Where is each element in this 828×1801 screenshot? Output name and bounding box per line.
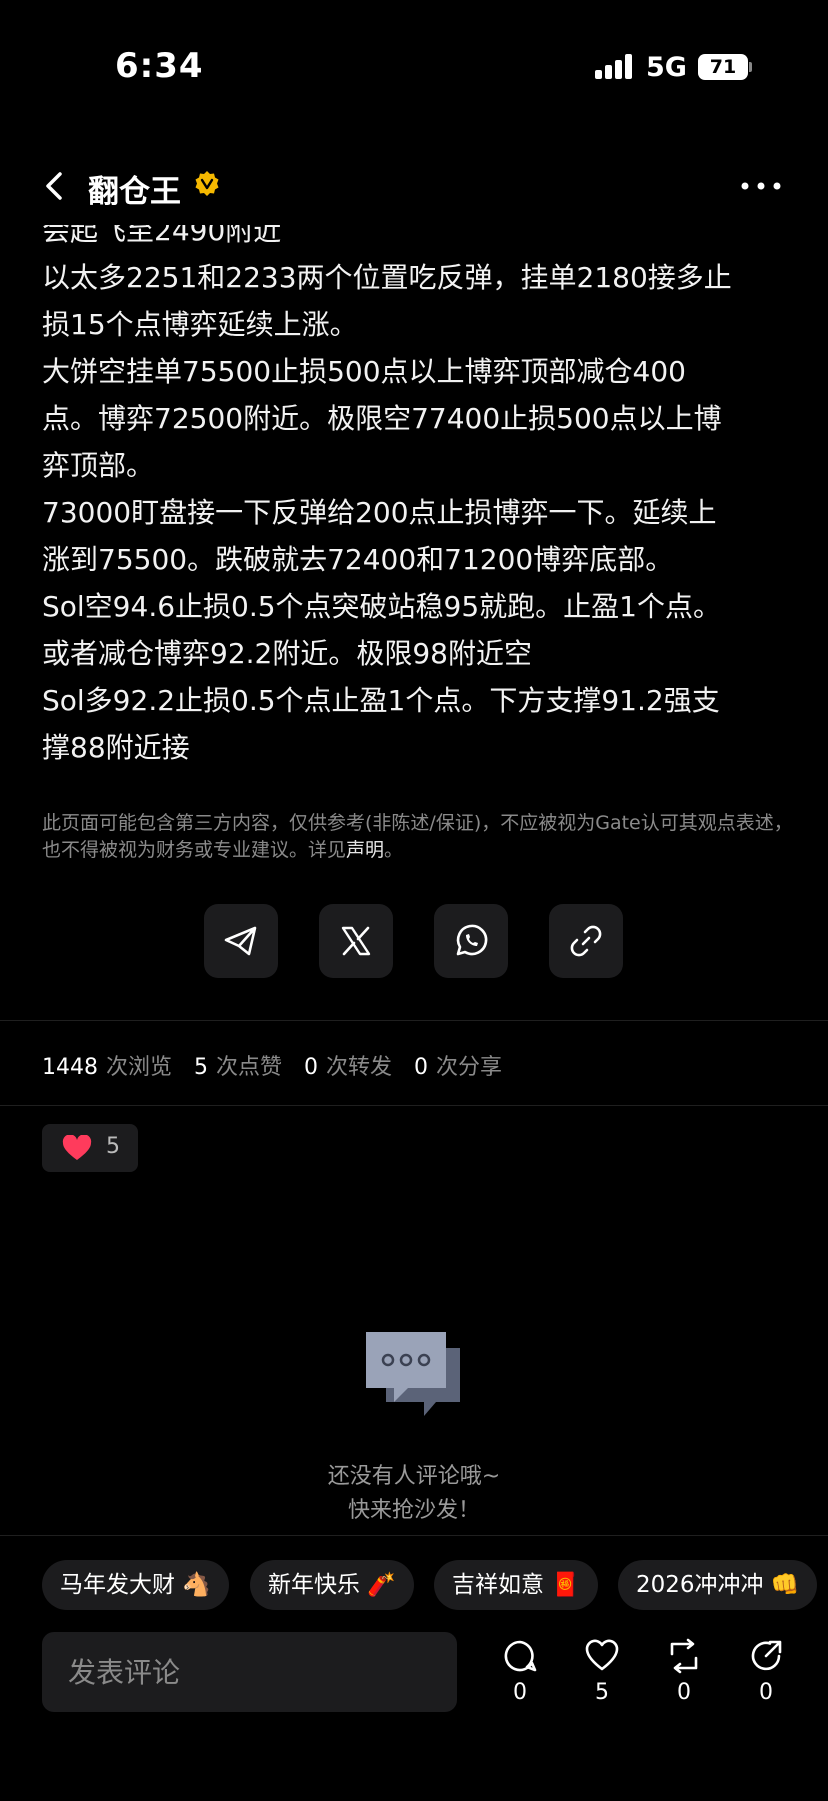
quick-reply-chip[interactable]: 2026冲冲冲 👊	[618, 1560, 818, 1610]
like-action[interactable]: 5	[572, 1638, 632, 1705]
telegram-icon	[224, 926, 257, 956]
post-line: 点。博弈72500附近。极限空77400止损500点以上博	[42, 402, 722, 435]
whatsapp-icon	[456, 924, 488, 956]
disclaimer: 此页面可能包含第三方内容，仅供参考(非陈述/保证)，不应被视为Gate认可其观点…	[42, 810, 802, 864]
more-options-icon[interactable]	[738, 170, 784, 200]
post-line: Sol空94.6止损0.5个点突破站稳95就跑。止盈1个点。	[42, 590, 722, 623]
top-nav: 翻仓王	[0, 148, 828, 228]
share-icon	[751, 1640, 782, 1671]
share-count: 0	[759, 1680, 773, 1705]
comment-count: 0	[513, 1680, 527, 1705]
share-x-button[interactable]	[319, 904, 393, 978]
views-count: 1448	[42, 1055, 98, 1080]
likes-count: 5	[194, 1055, 209, 1080]
quick-reply-chip[interactable]: 新年快乐 🧨	[250, 1560, 414, 1610]
like-count: 5	[595, 1680, 609, 1705]
comment-bar: 0 5 0 0	[0, 1630, 828, 1750]
post-line: Sol多92.2止损0.5个点止盈1个点。下方支撑91.2强支	[42, 684, 720, 717]
quick-reply-chips: 马年发大财 🐴 新年快乐 🧨 吉祥如意 🧧 2026冲冲冲 👊	[42, 1560, 828, 1610]
reaction-chip[interactable]: 5	[42, 1124, 138, 1172]
post-line: 撑88附近接	[42, 731, 190, 764]
likes-label: 次点赞	[216, 1055, 283, 1080]
disclaimer-end: 。	[384, 839, 404, 861]
heart-outline-icon	[585, 1639, 619, 1671]
divider	[0, 1105, 828, 1106]
empty-line-2: 快来抢沙发！	[347, 1498, 480, 1523]
back-arrow-icon[interactable]	[38, 168, 74, 204]
reposts-count: 0	[304, 1055, 319, 1080]
repost-count: 0	[677, 1680, 691, 1705]
status-bar: 6:34 5G 71	[0, 0, 828, 130]
shares-count: 0	[414, 1055, 429, 1080]
disclaimer-text: 此页面可能包含第三方内容，仅供参考(非陈述/保证)，不应被视为Gate认可其观点…	[42, 812, 793, 861]
divider	[0, 1020, 828, 1021]
empty-line-1: 还没有人评论哦~	[327, 1464, 501, 1489]
link-icon	[570, 925, 602, 957]
share-action[interactable]: 0	[736, 1638, 796, 1705]
comment-action[interactable]: 0	[490, 1638, 550, 1705]
x-logo-icon	[341, 926, 371, 956]
comment-icon	[504, 1640, 537, 1672]
share-row	[204, 904, 624, 978]
quick-reply-chip[interactable]: 吉祥如意 🧧	[434, 1560, 598, 1610]
reposts-label: 次转发	[326, 1055, 393, 1080]
divider	[0, 1535, 828, 1536]
shares-label: 次分享	[436, 1055, 503, 1080]
comment-input[interactable]	[42, 1632, 457, 1712]
verified-badge-icon	[195, 171, 219, 196]
network-type: 5G	[646, 52, 687, 83]
post-line: 大饼空挂单75500止损500点以上博弈顶部减仓400	[42, 355, 686, 388]
repost-icon	[670, 1638, 698, 1674]
author-name[interactable]: 翻仓王	[88, 166, 181, 211]
post-line: 73000盯盘接一下反弹给200点止损博弈一下。延续上	[42, 496, 717, 529]
post-line: 损15个点博弈延续上涨。	[42, 308, 358, 341]
share-telegram-button[interactable]	[204, 904, 278, 978]
repost-action[interactable]: 0	[654, 1638, 714, 1705]
share-whatsapp-button[interactable]	[434, 904, 508, 978]
post-line: 弈顶部。	[42, 449, 155, 482]
views-label: 次浏览	[106, 1055, 173, 1080]
post-line: 会起飞至2490附近	[42, 225, 282, 247]
post-content: 会起飞至2490附近 以太多2251和2233两个位置吃反弹，挂单2180接多止…	[42, 225, 792, 795]
disclaimer-link[interactable]: 声明	[346, 839, 384, 861]
post-line: 涨到75500。跌破就去72400和71200博弈底部。	[42, 543, 674, 576]
battery-level: 71	[698, 54, 748, 80]
post-line: 以太多2251和2233两个位置吃反弹，挂单2180接多止	[42, 261, 732, 294]
quick-reply-chip[interactable]: 马年发大财 🐴	[42, 1560, 229, 1610]
post-line: 或者减仓博弈92.2附近。极限98附近空	[42, 637, 532, 670]
battery-icon: 71	[698, 54, 752, 80]
copy-link-button[interactable]	[549, 904, 623, 978]
reaction-count: 5	[106, 1134, 120, 1159]
heart-filled-icon	[62, 1135, 92, 1160]
signal-icon	[595, 53, 635, 79]
post-stats: 1448 次浏览 5 次点赞 0 次转发 0 次分享	[42, 1049, 524, 1081]
empty-comments-message: 还没有人评论哦~ 快来抢沙发！	[0, 1460, 828, 1528]
comment-bubble-icon	[366, 1332, 460, 1416]
status-time: 6:34	[115, 46, 204, 86]
